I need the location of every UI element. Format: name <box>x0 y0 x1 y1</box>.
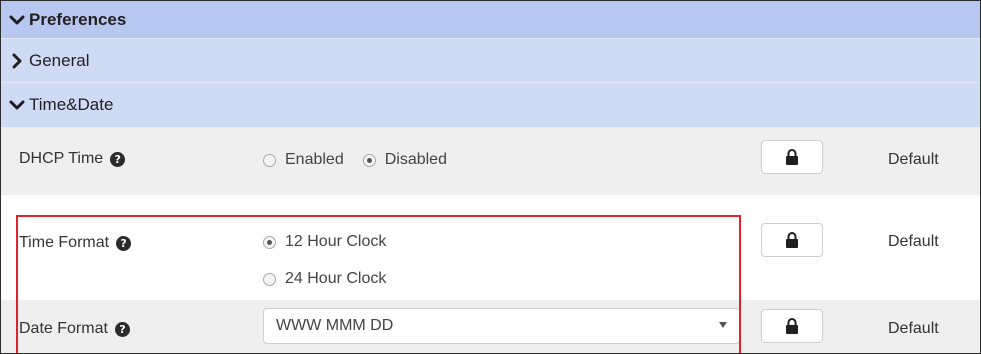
time-format-label-wrap: Time Format ? <box>19 234 132 252</box>
help-icon[interactable]: ? <box>114 321 130 337</box>
general-header[interactable]: General <box>1 38 980 82</box>
dhcp-time-label-wrap: DHCP Time ? <box>19 150 126 168</box>
date-format-lock-button[interactable] <box>761 309 823 343</box>
dhcp-enabled-label[interactable]: Enabled <box>285 151 344 169</box>
time-date-header[interactable]: Time&Date <box>1 82 980 127</box>
date-format-selected-value: WWW MMM DD <box>276 317 394 334</box>
time-format-row: Time Format ? 12 Hour Clock 24 Hour Cloc… <box>1 219 980 299</box>
caret-down-icon <box>719 322 727 328</box>
chevron-down-icon <box>9 15 25 24</box>
lock-icon <box>786 149 798 165</box>
24-hour-radio[interactable] <box>263 272 276 286</box>
lock-icon <box>786 232 798 248</box>
dhcp-time-radio-group: Enabled Disabled <box>263 151 466 169</box>
preferences-panel: Preferences General Time&Date DHCP Time … <box>0 0 981 354</box>
dhcp-time-label: DHCP Time <box>19 150 104 167</box>
dhcp-disabled-label[interactable]: Disabled <box>385 151 447 169</box>
time-format-label: Time Format <box>19 234 110 251</box>
chevron-right-icon <box>12 53 22 68</box>
help-icon[interactable]: ? <box>116 235 132 251</box>
time-format-lock-button[interactable] <box>761 223 823 257</box>
dhcp-time-row: DHCP Time ? Enabled Disabled Default <box>1 127 980 195</box>
24-hour-label[interactable]: 24 Hour Clock <box>285 270 386 288</box>
preferences-header[interactable]: Preferences <box>1 1 980 38</box>
date-format-default: Default <box>888 320 939 337</box>
date-format-row: Date Format ? WWW MMM DD Default <box>1 300 980 353</box>
dhcp-time-default: Default <box>888 151 939 168</box>
date-format-label: Date Format <box>19 320 108 337</box>
preferences-header-label: Preferences <box>29 9 127 29</box>
time-format-option-12: 12 Hour Clock <box>263 233 405 251</box>
time-date-header-label: Time&Date <box>29 95 114 114</box>
lock-icon <box>786 318 798 334</box>
time-format-default: Default <box>888 233 939 250</box>
date-format-select[interactable]: WWW MMM DD <box>263 308 740 344</box>
dhcp-disabled-radio[interactable] <box>362 153 376 167</box>
time-format-option-24: 24 Hour Clock <box>263 270 405 288</box>
12-hour-radio[interactable] <box>263 235 276 249</box>
chevron-down-icon <box>9 100 25 110</box>
dhcp-time-lock-button[interactable] <box>761 140 823 174</box>
date-format-label-wrap: Date Format ? <box>19 320 130 338</box>
12-hour-label[interactable]: 12 Hour Clock <box>285 233 386 251</box>
dhcp-enabled-radio[interactable] <box>263 153 276 167</box>
general-header-label: General <box>29 50 90 70</box>
help-icon[interactable]: ? <box>110 151 126 167</box>
